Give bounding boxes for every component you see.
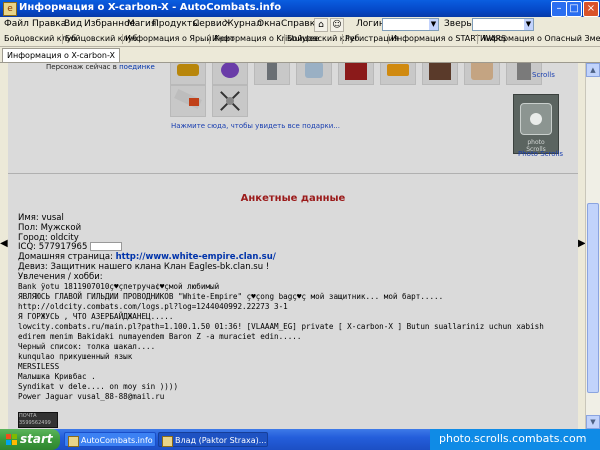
- links-bar: Бойцовский клуб Бойцовский клуб Информац…: [0, 32, 600, 47]
- link-item[interactable]: Информация о Опасный Змей: [480, 34, 600, 43]
- start-label: start: [20, 432, 53, 446]
- photo-scrolls-link[interactable]: Photo Scrolls: [518, 150, 563, 158]
- hobby-line: kunqulao прикушенный язык: [18, 352, 133, 361]
- tab-bar: Информация о X-carbon-X: [0, 47, 600, 63]
- separator: [284, 34, 285, 44]
- homepage-label: Домашняя страница:: [18, 252, 113, 262]
- gift-icon[interactable]: [380, 63, 416, 85]
- menu-edit[interactable]: Правка: [32, 19, 66, 29]
- messenger-icon: [162, 436, 173, 447]
- character-status: Персонаж сейчас в поединке: [46, 63, 155, 71]
- icq-status-box: [90, 242, 123, 251]
- hobby-line: Малышка Кривбас .: [18, 372, 96, 381]
- hobby-line: Power Jaguar vusal_88-88@mail.ru: [18, 392, 165, 401]
- left-gutter: ◀: [0, 63, 8, 429]
- chevron-left-icon[interactable]: ◀: [0, 238, 8, 249]
- status-prefix: Персонаж сейчас в: [46, 63, 117, 71]
- counter-badge[interactable]: ПОЧТА 3599562499 2449819: [18, 412, 58, 428]
- status-place-link[interactable]: поединке: [119, 63, 155, 71]
- minimize-button[interactable]: –: [551, 1, 567, 17]
- separator: [122, 34, 123, 44]
- menu-service[interactable]: Сервис: [193, 19, 227, 29]
- fist-icon: [520, 103, 552, 135]
- chevron-down-icon: ▼: [524, 19, 533, 30]
- hobby-line: Я ГОРЖУСЬ , ЧТО АЗЕРБАЙДЖАНЕЦ.....: [18, 312, 174, 321]
- maximize-button[interactable]: □: [566, 1, 582, 17]
- beast-combo[interactable]: ▼: [472, 18, 534, 31]
- browser-app-icon: e: [3, 2, 17, 16]
- taskbar-item-label: Влад (Paktor Straxa)...: [175, 436, 267, 445]
- section-heading: Анкетные данные: [240, 193, 346, 204]
- scrolls-label[interactable]: Scrolls: [532, 71, 555, 79]
- hobby-line: Черный список: толка шакал....: [18, 342, 156, 351]
- tab-active[interactable]: Информация о X-carbon-X: [2, 48, 120, 62]
- hobby-line: Bank ÿotu 1811907010ç♥çпетруча¢♥çмой люб…: [18, 282, 220, 291]
- window-title: Информация о X-carbon-X - AutoCombats.in…: [19, 2, 282, 13]
- hobby-line: ЯВЛЯЮСЬ ГЛАВОЙ ГИЛЬДИИ ПРОВОДНИКОВ "Whit…: [18, 292, 444, 301]
- gift-icon[interactable]: [464, 63, 500, 85]
- taskbar-item[interactable]: AutoCombats.info: [64, 432, 156, 447]
- home-icon[interactable]: ⌂: [314, 18, 328, 32]
- homepage-link[interactable]: http://www.white-empire.clan.su/: [116, 252, 276, 262]
- gift-icon[interactable]: [422, 63, 458, 85]
- hobby-line: Syndikat v dele.... on moy sin )))): [18, 382, 179, 391]
- gift-icon[interactable]: [254, 63, 290, 85]
- gift-icon[interactable]: [296, 63, 332, 85]
- beast-label: Зверь:: [444, 19, 475, 29]
- windows-logo-icon: [6, 434, 17, 445]
- hobby-line: http://oldcity.combats.com/logs.pl?log=1…: [18, 302, 288, 311]
- menu-windows[interactable]: Окна: [257, 19, 281, 29]
- browser-app-icon: [68, 436, 79, 447]
- gift-icon[interactable]: [212, 63, 248, 85]
- hobby-line: MERSILESS: [18, 362, 60, 371]
- close-button[interactable]: ×: [583, 1, 599, 17]
- separator: [388, 34, 389, 44]
- scroll-up-icon[interactable]: ▲: [586, 63, 600, 77]
- profile-icq: ICQ: 577917965: [18, 242, 123, 252]
- menu-file[interactable]: Файл: [4, 19, 29, 29]
- separator: [209, 34, 210, 44]
- chevron-down-icon: ▼: [429, 19, 438, 30]
- watermark: photo.scrolls.combats.com: [439, 432, 587, 445]
- smiley-icon[interactable]: ☺: [330, 18, 344, 32]
- all-gifts-link[interactable]: Нажмите сюда, чтобы увидеть все подарки.…: [171, 122, 340, 130]
- gift-icon[interactable]: [170, 63, 206, 85]
- page-content: Персонаж сейчас в поединке Scrolls Нажми…: [8, 63, 578, 429]
- login-combo[interactable]: ▼: [382, 18, 439, 31]
- taskbar-item-label: AutoCombats.info: [81, 436, 153, 445]
- gift-icon[interactable]: [170, 85, 206, 117]
- hobby-line: edirem menim Bakidaki numayendem Baron Z…: [18, 332, 302, 341]
- separator: [62, 34, 63, 44]
- icq-number: ICQ: 577917965: [18, 242, 88, 252]
- start-button[interactable]: start: [0, 429, 60, 450]
- vertical-scrollbar[interactable]: ▲ ▼: [585, 63, 600, 429]
- profile-gender: Пол: Мужской: [18, 223, 82, 233]
- profile-homepage: Домашняя страница: http://www.white-empi…: [18, 252, 276, 262]
- hobby-line: lowcity.combats.ru/main.pl?path=1.100.1.…: [18, 322, 544, 331]
- profile-motto: Девиз: Защитник нашего клана Клан Eagles…: [18, 262, 270, 272]
- taskbar: start AutoCombats.info Влад (Paktor Stra…: [0, 429, 600, 450]
- scroll-down-icon[interactable]: ▼: [586, 415, 600, 429]
- photo-scrolls-banner[interactable]: photo Scrolls: [513, 94, 559, 154]
- scroll-thumb[interactable]: [587, 203, 599, 393]
- taskbar-item[interactable]: Влад (Paktor Straxa)...: [158, 432, 268, 447]
- menu-bar: Файл Правка Вид Избранное Магия Продукты…: [0, 17, 600, 33]
- menu-view[interactable]: Вид: [64, 19, 82, 29]
- divider: [8, 173, 578, 174]
- hobbies-label: Увлечения / хобби:: [18, 272, 103, 282]
- gift-icon[interactable]: [212, 85, 248, 117]
- profile-name: Имя: vusal: [18, 213, 64, 223]
- gift-icon[interactable]: [338, 63, 374, 85]
- title-bar: e Информация о X-carbon-X - AutoCombats.…: [0, 0, 600, 17]
- separator: [342, 34, 343, 44]
- separator: [477, 34, 478, 44]
